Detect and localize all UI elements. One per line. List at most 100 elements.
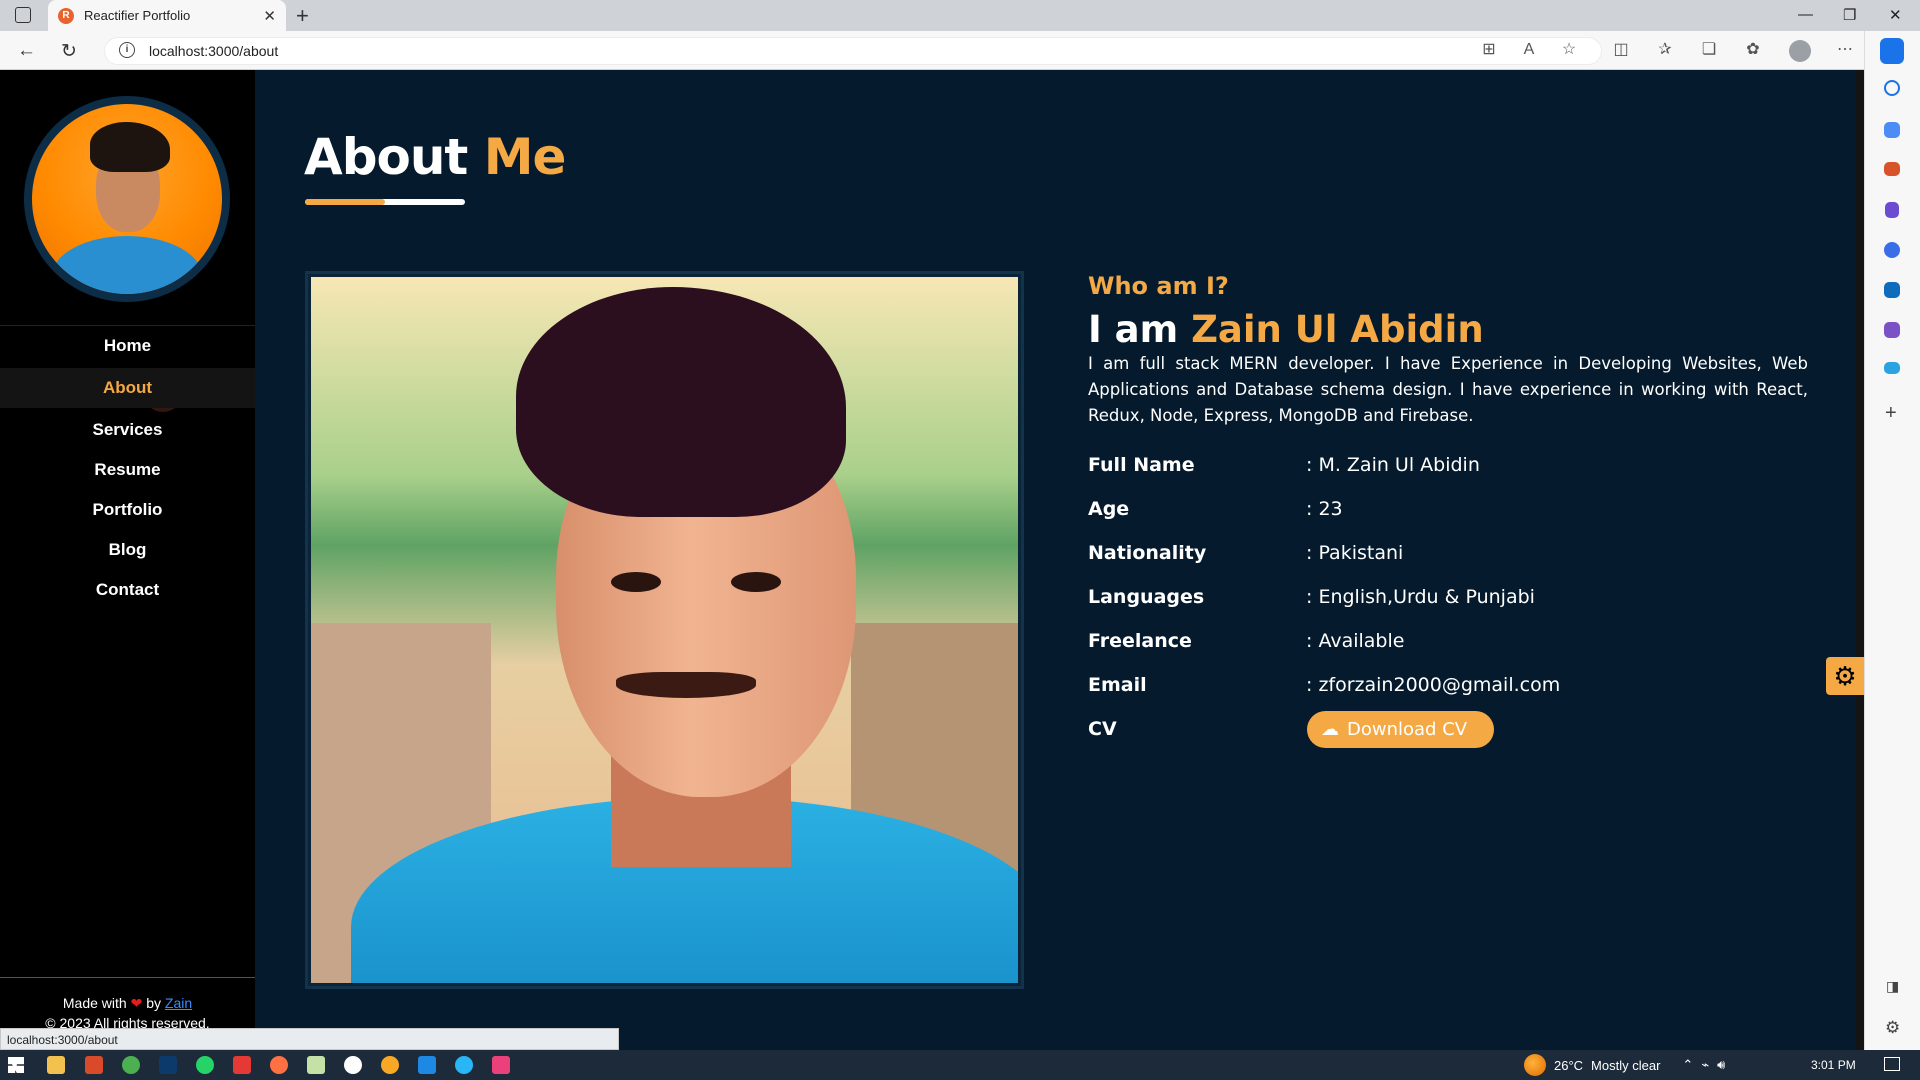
title-part-1: About bbox=[304, 128, 468, 186]
outlook-icon[interactable] bbox=[1884, 282, 1900, 298]
chrome-icon[interactable] bbox=[122, 1056, 140, 1074]
app-icon-3[interactable] bbox=[344, 1056, 362, 1074]
network-icon[interactable]: ⌁ bbox=[1701, 1057, 1709, 1073]
tab-favicon: R bbox=[58, 7, 74, 24]
tools-icon[interactable] bbox=[1884, 162, 1900, 176]
link-status-bar: localhost:3000/about bbox=[0, 1028, 619, 1050]
portrait-image bbox=[311, 277, 1018, 983]
page-title: About Me bbox=[304, 128, 567, 186]
nav-contact[interactable]: Contact bbox=[0, 570, 255, 610]
photoshop-icon[interactable] bbox=[159, 1056, 177, 1074]
nav-portfolio[interactable]: Portfolio bbox=[0, 490, 255, 530]
bio-paragraph: I am full stack MERN developer. I have E… bbox=[1088, 354, 1808, 425]
bing-copilot-icon[interactable] bbox=[1880, 38, 1904, 64]
detail-row-languages: Languages : English,Urdu & Punjabi bbox=[1088, 586, 1808, 616]
profile-avatar-ring bbox=[24, 96, 230, 302]
download-cv-button[interactable]: ☁ Download CV bbox=[1307, 711, 1494, 748]
download-cv-label: Download CV bbox=[1347, 719, 1468, 740]
wps-icon[interactable] bbox=[233, 1056, 251, 1074]
microsoft365-icon[interactable] bbox=[1884, 242, 1900, 258]
detail-row-age: Age : 23 bbox=[1088, 498, 1808, 528]
more-menu-icon[interactable]: ⋯ bbox=[1836, 41, 1854, 59]
url-text: localhost:3000/about bbox=[149, 43, 279, 59]
app-icon-2[interactable] bbox=[270, 1056, 288, 1074]
detail-value: : English,Urdu & Punjabi bbox=[1306, 586, 1535, 608]
nav-services[interactable]: Services bbox=[0, 410, 255, 450]
detail-value: : 23 bbox=[1306, 498, 1343, 520]
tab-title: Reactifier Portfolio bbox=[84, 8, 191, 23]
portrait-frame bbox=[305, 271, 1024, 989]
read-aloud-icon[interactable]: A bbox=[1520, 41, 1538, 59]
heart-icon: ❤ bbox=[130, 995, 143, 1011]
file-explorer-icon[interactable] bbox=[47, 1056, 65, 1074]
search-icon[interactable] bbox=[1884, 80, 1900, 96]
back-icon[interactable]: ← bbox=[17, 40, 36, 62]
games-icon[interactable] bbox=[1885, 202, 1899, 218]
nav-home[interactable]: Home bbox=[0, 326, 255, 366]
weather-text: Mostly clear bbox=[1591, 1057, 1661, 1073]
detail-row-email: Email : zforzain2000@gmail.com bbox=[1088, 674, 1808, 704]
nav-resume[interactable]: Resume bbox=[0, 450, 255, 490]
detail-row-full-name: Full Name : M. Zain Ul Abidin bbox=[1088, 454, 1808, 484]
collections-icon[interactable]: ❏ bbox=[1700, 41, 1718, 59]
detail-label: Full Name bbox=[1088, 454, 1195, 476]
address-bar[interactable]: i localhost:3000/about bbox=[104, 37, 1602, 65]
volume-icon[interactable]: 🔊︎ bbox=[1717, 1057, 1725, 1073]
who-am-i-heading: Who am I? bbox=[1088, 272, 1229, 300]
browser-tab[interactable]: R Reactifier Portfolio ✕ bbox=[48, 0, 286, 31]
detail-value: : Available bbox=[1306, 630, 1405, 652]
shopping-icon[interactable] bbox=[1884, 122, 1900, 138]
new-tab-icon[interactable]: + bbox=[296, 3, 309, 29]
edge-taskbar-icon[interactable] bbox=[455, 1056, 473, 1074]
close-tab-icon[interactable]: ✕ bbox=[263, 7, 276, 25]
app-icon-1[interactable] bbox=[85, 1056, 103, 1074]
footer-made-with: Made with bbox=[62, 995, 127, 1011]
designer-icon[interactable] bbox=[1884, 322, 1900, 338]
app-icon-4[interactable] bbox=[381, 1056, 399, 1074]
split-screen-icon[interactable]: ◫ bbox=[1612, 41, 1630, 59]
tab-actions-icon[interactable] bbox=[15, 7, 31, 23]
intro-heading: I am Zain Ul Abidin bbox=[1088, 308, 1484, 351]
theme-settings-gear-icon[interactable]: ⚙ bbox=[1826, 657, 1864, 695]
notepad-icon[interactable] bbox=[307, 1056, 325, 1074]
profile-avatar[interactable] bbox=[1789, 40, 1811, 62]
extension-icon[interactable]: ✿ bbox=[1744, 41, 1762, 59]
intro-name: Zain Ul Abidin bbox=[1191, 308, 1484, 351]
detail-value: : M. Zain Ul Abidin bbox=[1306, 454, 1480, 476]
hide-sidebar-icon[interactable]: ◨ bbox=[1886, 978, 1899, 995]
nav-blog[interactable]: Blog bbox=[0, 530, 255, 570]
drop-icon[interactable] bbox=[1884, 362, 1900, 374]
page-scrollbar[interactable] bbox=[1856, 70, 1864, 1050]
restore-icon[interactable]: ❐ bbox=[1843, 6, 1856, 24]
nav-about[interactable]: About bbox=[0, 368, 255, 408]
intro-prefix: I am bbox=[1088, 308, 1179, 351]
app-icon-5[interactable] bbox=[492, 1056, 510, 1074]
whatsapp-icon[interactable] bbox=[196, 1056, 214, 1074]
profile-photo bbox=[32, 104, 222, 294]
title-part-2: Me bbox=[483, 128, 567, 186]
refresh-icon[interactable]: ↻ bbox=[61, 40, 77, 63]
favorites-icon[interactable]: ✰ bbox=[1656, 41, 1674, 59]
notifications-icon[interactable] bbox=[1884, 1057, 1900, 1071]
detail-row-freelance: Freelance : Available bbox=[1088, 630, 1808, 660]
tray-chevron-icon[interactable]: ⌃ bbox=[1682, 1057, 1693, 1073]
app-available-icon[interactable]: ⊞ bbox=[1480, 41, 1498, 59]
favorite-star-icon[interactable]: ☆ bbox=[1560, 41, 1578, 59]
vscode-icon[interactable] bbox=[418, 1056, 436, 1074]
detail-label: Age bbox=[1088, 498, 1130, 520]
title-underline-accent bbox=[305, 199, 385, 205]
add-panel-icon[interactable]: + bbox=[1885, 402, 1897, 425]
system-tray: 26°C Mostly clear ⌃ ⌁ 🔊︎ bbox=[1524, 1054, 1725, 1076]
minimize-icon[interactable]: — bbox=[1798, 6, 1813, 23]
sidebar-footer: Made with ❤ by Zain © 2023 All rights re… bbox=[0, 993, 255, 1033]
author-link[interactable]: Zain bbox=[165, 995, 192, 1011]
weather-icon[interactable] bbox=[1524, 1054, 1546, 1076]
settings-icon[interactable]: ⚙ bbox=[1885, 1018, 1900, 1038]
site-info-icon[interactable]: i bbox=[119, 42, 135, 58]
close-window-icon[interactable]: ✕ bbox=[1889, 6, 1902, 24]
detail-label: Nationality bbox=[1088, 542, 1207, 564]
cloud-download-icon: ☁ bbox=[1321, 719, 1339, 740]
clock[interactable]: 3:01 PM bbox=[1811, 1058, 1856, 1072]
detail-label: Freelance bbox=[1088, 630, 1192, 652]
browser-tab-bar bbox=[0, 0, 1920, 31]
